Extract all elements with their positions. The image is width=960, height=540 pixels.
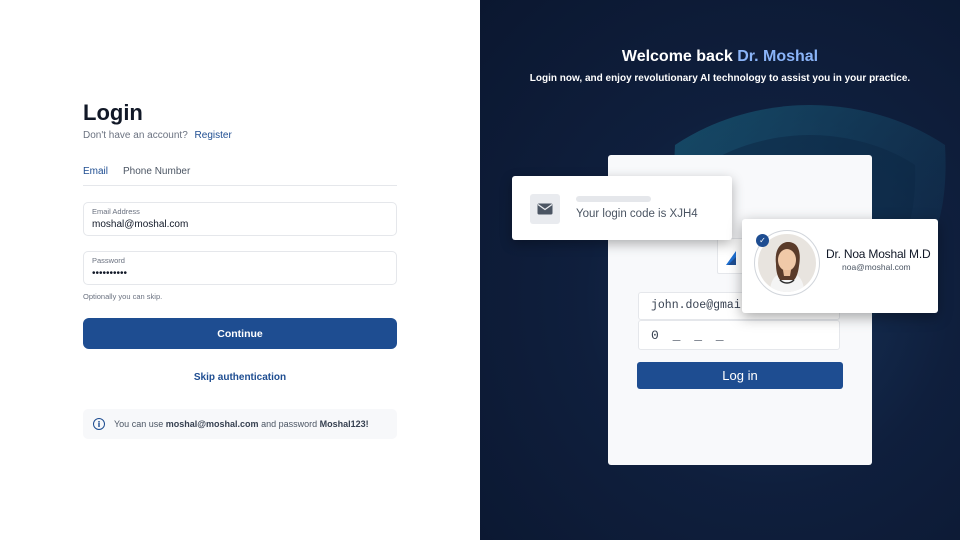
promo-panel: Welcome back Dr. Moshal Login now, and e… bbox=[480, 0, 960, 540]
notification-message: Your login code is XJH4 bbox=[576, 208, 698, 220]
mock-code-input: 0 _ _ _ bbox=[638, 320, 840, 350]
password-field[interactable]: Password •••••••••• bbox=[83, 251, 397, 285]
credentials-info-text: You can use moshal@moshal.com and passwo… bbox=[114, 419, 369, 429]
email-field-label: Email Address bbox=[92, 207, 140, 216]
email-field-value[interactable]: moshal@moshal.com bbox=[92, 218, 388, 232]
email-field[interactable]: Email Address moshal@moshal.com bbox=[83, 202, 397, 236]
password-field-value[interactable]: •••••••••• bbox=[92, 267, 388, 281]
login-method-tabs: Email Phone Number bbox=[83, 166, 190, 186]
demo-password: Moshal123! bbox=[319, 419, 369, 429]
page-title: Login bbox=[83, 100, 143, 125]
tab-phone-number[interactable]: Phone Number bbox=[123, 166, 190, 186]
welcome-name: Dr. Moshal bbox=[737, 48, 819, 65]
register-link[interactable]: Register bbox=[195, 130, 232, 141]
welcome-heading: Welcome back Dr. Moshal bbox=[621, 48, 819, 65]
login-panel: Login Don't have an account? Register Em… bbox=[0, 0, 480, 540]
login-code-notification: Your login code is XJH4 bbox=[512, 176, 732, 240]
tabs-divider bbox=[83, 185, 397, 186]
profile-email: noa@moshal.com bbox=[842, 262, 911, 272]
envelope-icon bbox=[530, 194, 560, 224]
skip-authentication-button[interactable]: Skip authentication bbox=[83, 372, 397, 383]
register-prompt: Don't have an account? Register bbox=[83, 130, 232, 141]
verified-check-icon: ✓ bbox=[756, 234, 769, 247]
tab-email[interactable]: Email bbox=[83, 166, 109, 186]
promo-tagline: Login now, and enjoy revolutionary AI te… bbox=[529, 73, 911, 84]
credentials-info-box: i You can use moshal@moshal.com and pass… bbox=[83, 409, 397, 439]
continue-button[interactable]: Continue bbox=[83, 318, 397, 349]
no-account-text: Don't have an account? bbox=[83, 130, 188, 141]
demo-email: moshal@moshal.com bbox=[165, 419, 259, 429]
info-icon: i bbox=[93, 418, 105, 430]
doctor-profile-card: ✓ Dr. Noa Moshal M.D noa@moshal.com bbox=[742, 219, 938, 313]
profile-name: Dr. Noa Moshal M.D bbox=[826, 247, 931, 261]
mock-login-button: Log in bbox=[637, 362, 843, 389]
password-field-label: Password bbox=[92, 256, 125, 265]
skip-hint: Optionally you can skip. bbox=[83, 292, 163, 301]
notification-title-placeholder bbox=[576, 196, 651, 202]
